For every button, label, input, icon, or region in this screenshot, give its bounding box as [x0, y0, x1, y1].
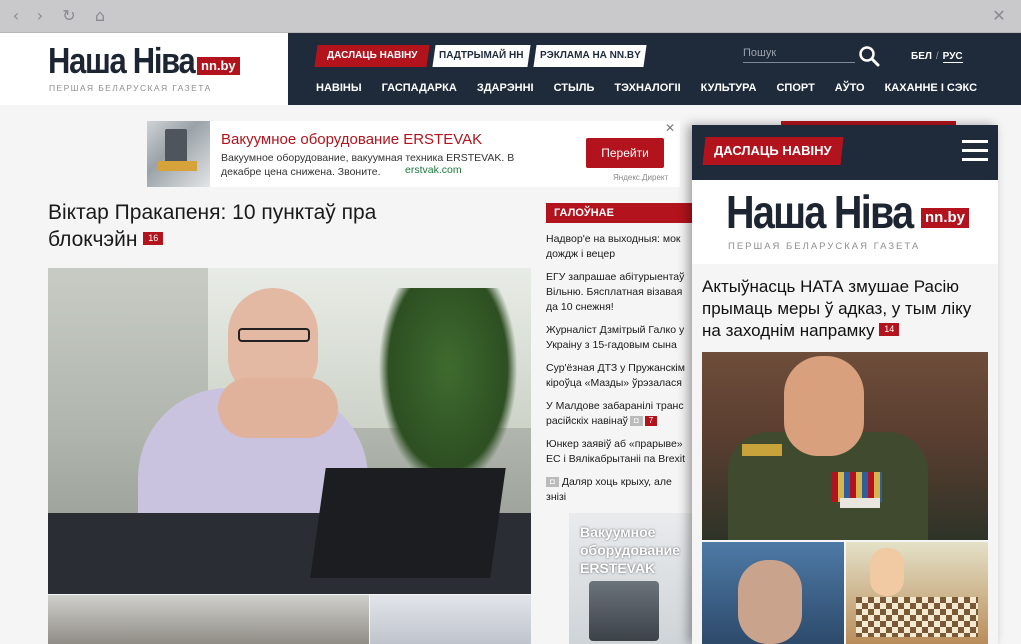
- mobile-article-thumb[interactable]: [846, 542, 988, 644]
- page-viewport: Наша Ніва nn.by ПЕРШАЯ БЕЛАРУСКАЯ ГАЗЕТА…: [0, 33, 1021, 644]
- menu-item-incidents[interactable]: ЗДАРЭННІ: [477, 82, 534, 98]
- menu-item-style[interactable]: СТЫЛЬ: [554, 82, 595, 98]
- list-item[interactable]: Надвор'е на выходныя: мок дождж і вецер: [546, 232, 692, 262]
- site-header: Наша Ніва nn.by ПЕРШАЯ БЕЛАРУСКАЯ ГАЗЕТА…: [0, 33, 1021, 105]
- menu-item-tech[interactable]: ТЭХНАЛОГІІ: [614, 82, 680, 98]
- reload-icon[interactable]: ↻: [59, 6, 79, 26]
- home-icon[interactable]: ⌂: [90, 6, 110, 26]
- language-switcher: БЕЛ / РУС: [911, 51, 963, 63]
- main-news-list: Надвор'е на выходныя: мок дождж і вецер …: [546, 232, 692, 513]
- main-article-title[interactable]: Віктар Пракапеня: 10 пунктаў пра блокчэй…: [48, 199, 468, 253]
- ad-text: Вакуумное оборудование, вакуумная техник…: [221, 152, 515, 178]
- lang-ru[interactable]: РУС: [942, 51, 963, 63]
- ad-banner[interactable]: Вакуумное оборудование ERSTEVAK Вакуумно…: [147, 121, 680, 187]
- list-item[interactable]: ЕГУ запрашае абітурыентаў Вільню. Бяспла…: [546, 270, 692, 315]
- advertise-button[interactable]: РЭКЛАМА НА NN.BY: [533, 45, 647, 67]
- comment-count-badge[interactable]: 14: [879, 323, 900, 337]
- list-item[interactable]: Юнкер заявіў аб «прарыве» ЕС і Вялікабры…: [546, 437, 692, 467]
- comment-count-badge[interactable]: 16: [143, 231, 164, 245]
- menu-item-love[interactable]: КАХАННЕ І СЭКС: [885, 82, 977, 98]
- submit-news-button[interactable]: ДАСЛАЦЬ НАВІНУ: [314, 45, 430, 67]
- mobile-logo-area[interactable]: Наша Ніва nn.by ПЕРШАЯ БЕЛАРУСКАЯ ГАЗЕТА: [692, 180, 998, 264]
- mobile-content: Актыўнасць НАТА змушае Расію прымаць мер…: [692, 264, 998, 644]
- mobile-nav-bar: ДАСЛАЦЬ НАВІНУ: [692, 125, 998, 180]
- article-thumb[interactable]: [370, 595, 531, 644]
- photo-icon: ◘: [629, 416, 643, 427]
- ad-title[interactable]: Вакуумное оборудование ERSTEVAK: [221, 131, 482, 148]
- ad-link[interactable]: erstvak.com: [405, 164, 462, 176]
- main-menu: НАВІНЫ ГАСПАДАРКА ЗДАРЭННІ СТЫЛЬ ТЭХНАЛО…: [316, 82, 997, 98]
- main-article-image[interactable]: [48, 268, 531, 594]
- menu-item-economy[interactable]: ГАСПАДАРКА: [382, 82, 457, 98]
- logo-area[interactable]: Наша Ніва nn.by ПЕРШАЯ БЕЛАРУСКАЯ ГАЗЕТА: [0, 33, 288, 105]
- mobile-submit-news-button[interactable]: ДАСЛАЦЬ НАВІНУ: [702, 137, 844, 165]
- section-heading-main: ГАЛОЎНАЕ: [546, 203, 696, 223]
- site-tagline: ПЕРШАЯ БЕЛАРУСКАЯ ГАЗЕТА: [49, 83, 212, 93]
- browser-toolbar: ‹ › ↻ ⌂ ✕: [0, 0, 1021, 33]
- list-item[interactable]: У Малдове забаранілі транс расійскіх нав…: [546, 399, 692, 429]
- mobile-site-logo[interactable]: Наша Ніва: [726, 187, 914, 237]
- photo-icon: ◘: [546, 477, 559, 488]
- mobile-article-title[interactable]: Актыўнасць НАТА змушае Расію прымаць мер…: [702, 276, 992, 342]
- search-icon[interactable]: [858, 45, 880, 67]
- hamburger-menu-icon[interactable]: [962, 140, 988, 162]
- list-item[interactable]: ◘ Даляр хоць крыху, але знізі: [546, 475, 692, 505]
- main-article-title-text[interactable]: Віктар Пракапеня: 10 пунктаў пра блокчэй…: [48, 201, 376, 251]
- mobile-preview-panel: ДАСЛАЦЬ НАВІНУ Наша Ніва nn.by ПЕРШАЯ БЕ…: [692, 125, 998, 644]
- promo-text[interactable]: Вакуумное оборудование ERSTEVAK: [580, 523, 692, 577]
- ad-source[interactable]: Яндекс.Директ: [613, 173, 668, 182]
- menu-item-news[interactable]: НАВІНЫ: [316, 82, 362, 98]
- menu-item-auto[interactable]: АЎТО: [835, 82, 865, 98]
- back-arrow-icon[interactable]: ‹: [6, 6, 26, 26]
- article-thumb[interactable]: [48, 595, 369, 644]
- forward-arrow-icon[interactable]: ›: [30, 6, 50, 26]
- nav-bar: ДАСЛАЦЬ НАВІНУ ПАДТРЫМАЙ НН РЭКЛАМА НА N…: [288, 33, 1021, 105]
- menu-item-culture[interactable]: КУЛЬТУРА: [701, 82, 757, 98]
- comment-count-badge[interactable]: 7: [644, 416, 658, 427]
- lang-separator: /: [935, 51, 939, 62]
- search-input[interactable]: Пошук: [743, 47, 855, 63]
- mobile-article-thumb[interactable]: [702, 542, 844, 644]
- menu-item-sport[interactable]: СПОРТ: [776, 82, 814, 98]
- site-logo[interactable]: Наша Ніва: [48, 41, 196, 81]
- list-item[interactable]: Сур'ёзная ДТЗ у Пружанскім кіроўца «Мазд…: [546, 361, 692, 391]
- ad-image[interactable]: [147, 121, 210, 187]
- mobile-article-image[interactable]: [702, 352, 988, 540]
- close-window-icon[interactable]: ✕: [989, 6, 1009, 26]
- lang-be[interactable]: БЕЛ: [911, 51, 932, 62]
- mobile-logo-badge: nn.by: [921, 208, 969, 228]
- list-item[interactable]: Журналіст Дзмітрый Галко у Украіну з 15-…: [546, 323, 692, 353]
- ad-go-button[interactable]: Перейти: [586, 138, 664, 168]
- mobile-site-tagline: ПЕРШАЯ БЕЛАРУСКАЯ ГАЗЕТА: [728, 241, 921, 252]
- ad-close-icon[interactable]: ✕: [665, 121, 675, 135]
- mobile-article-title-text[interactable]: Актыўнасць НАТА змушае Расію прымаць мер…: [702, 277, 971, 340]
- promo-ad[interactable]: Вакуумное оборудование ERSTEVAK: [569, 513, 692, 644]
- support-button[interactable]: ПАДТРЫМАЙ НН: [432, 45, 531, 67]
- logo-badge: nn.by: [197, 57, 240, 75]
